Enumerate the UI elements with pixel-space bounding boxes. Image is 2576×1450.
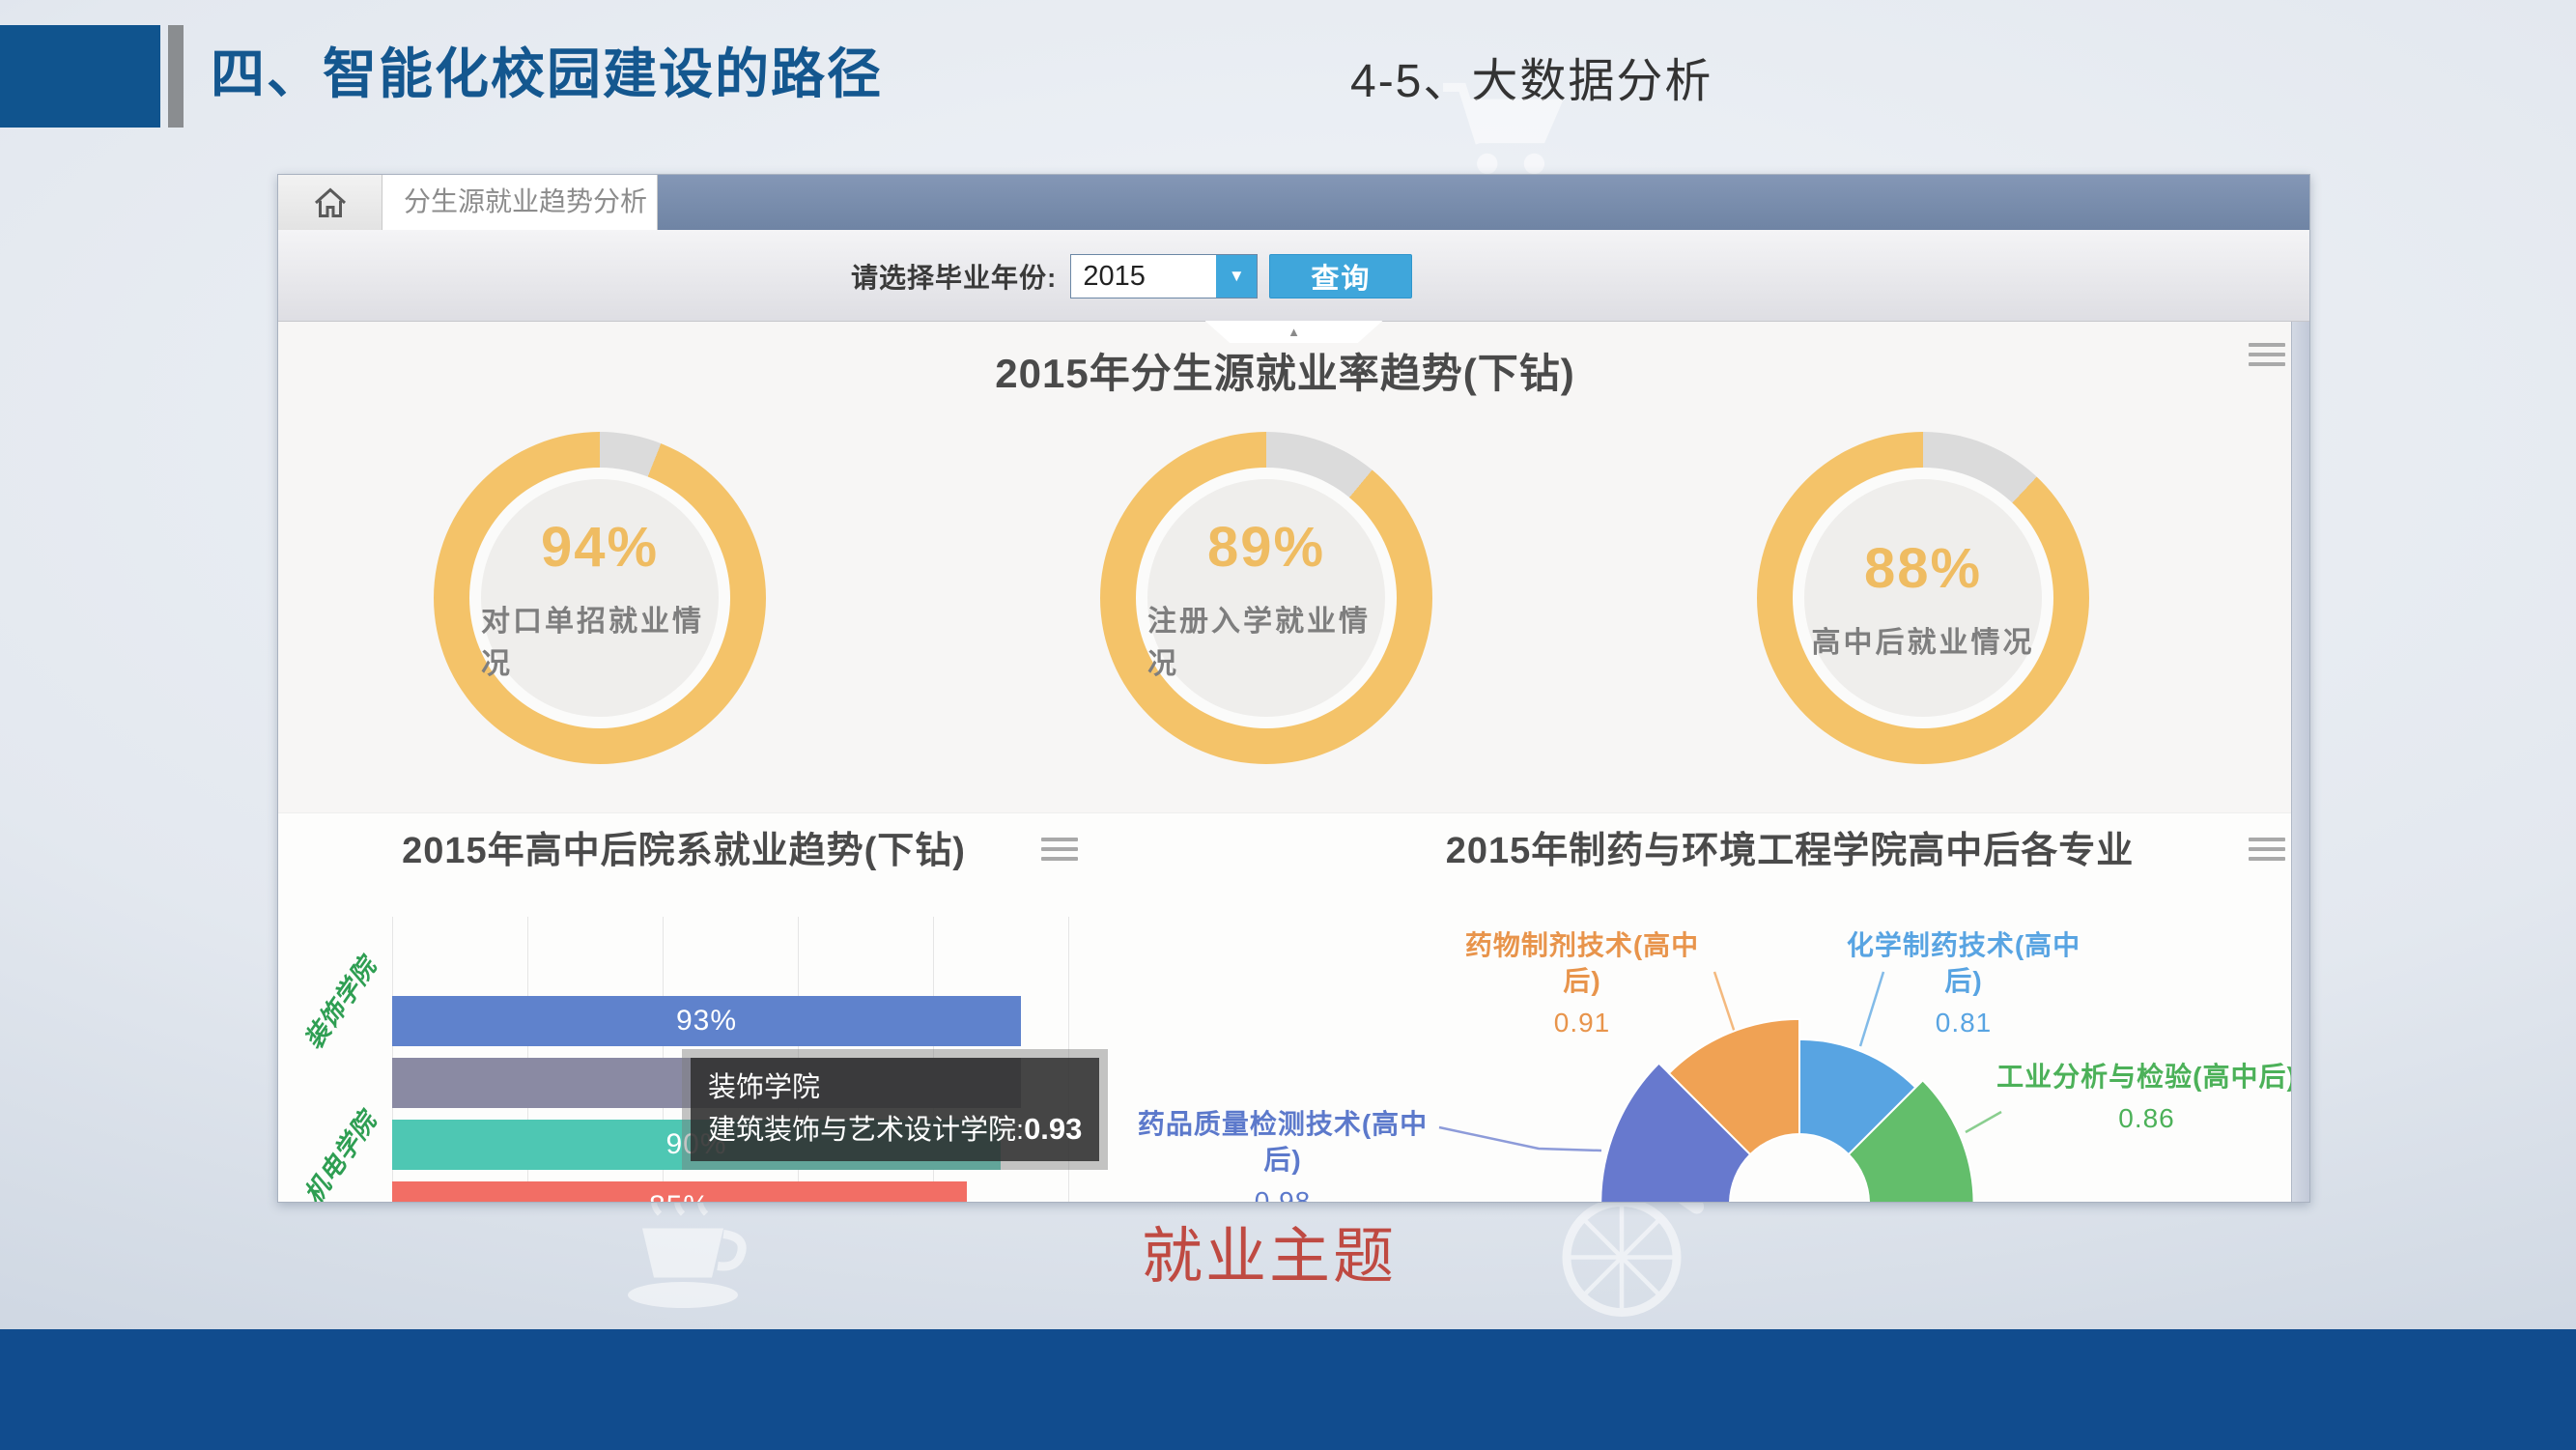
- query-button[interactable]: 查询: [1269, 254, 1412, 299]
- section-title: 四、智能化校园建设的路径: [211, 31, 883, 109]
- gauge-chart-title: 2015年分生源就业率趋势(下钻): [278, 341, 2292, 400]
- collapse-panel-handle[interactable]: ▲: [1205, 321, 1383, 343]
- chart-menu-icon[interactable]: [2249, 838, 2285, 861]
- header-accent-block: [0, 25, 160, 128]
- gauge-label: 对口单招就业情况: [481, 597, 719, 682]
- bar-tooltip: 装饰学院 建筑装饰与艺术设计学院:0.93: [682, 1049, 1108, 1170]
- chevron-down-icon[interactable]: ▼: [1216, 255, 1257, 298]
- year-select-value: 2015: [1071, 255, 1216, 298]
- gauge-label: 高中后就业情况: [1812, 618, 2035, 661]
- chart-menu-icon[interactable]: [2249, 343, 2285, 366]
- chart-menu-icon[interactable]: [1041, 838, 1078, 861]
- gauge-ring: 94% 对口单招就业情况: [434, 432, 766, 764]
- gauge-duikoudanzhao: 94% 对口单招就业情况: [434, 432, 766, 764]
- bar-zhuangshi[interactable]: 93%: [392, 996, 1021, 1046]
- pie-label-yaowuzhiji: 药物制剂技术(高中后) 0.91: [1452, 928, 1713, 1041]
- home-icon: [313, 186, 348, 219]
- gauge-value: 89%: [1207, 515, 1325, 580]
- gauge-gaozhonghou: 88% 高中后就业情况: [1757, 432, 2089, 764]
- year-select[interactable]: 2015 ▼: [1070, 254, 1258, 299]
- pie-label-gongyefenxi: 工业分析与检验(高中后) 0.86: [1980, 1060, 2310, 1137]
- fan-racket-watermark-icon: [1538, 1184, 1712, 1339]
- slide-caption: 就业主题: [1142, 1208, 1397, 1295]
- gauge-ring: 89% 注册入学就业情况: [1100, 432, 1432, 764]
- slide-background: 四、智能化校园建设的路径 4-5、大数据分析 分生源就业趋势分析: [0, 0, 2576, 1450]
- header-accent-bar: [168, 25, 184, 128]
- tooltip-series-line: 建筑装饰与艺术设计学院:0.93: [708, 1108, 1082, 1151]
- bar-chart-title: 2015年高中后院系就业趋势(下钻): [317, 820, 1051, 873]
- tab-bar-filler: [658, 175, 2309, 230]
- gauge-label: 注册入学就业情况: [1147, 597, 1385, 682]
- tooltip-value: 0.93: [1024, 1112, 1082, 1146]
- vertical-scrollbar[interactable]: [2291, 322, 2309, 1202]
- year-filter-label: 请选择毕业年份:: [851, 257, 1057, 296]
- pie-label-huaxuezhiyao: 化学制药技术(高中后) 0.81: [1833, 928, 2094, 1041]
- pie-label-yaopinzhiliang: 药品质量检测技术(高中后) 0.98: [1128, 1107, 1437, 1203]
- gauge-zhuceruxue: 89% 注册入学就业情况: [1100, 432, 1432, 764]
- gauge-ring: 88% 高中后就业情况: [1757, 432, 2089, 764]
- gauge-value: 94%: [541, 515, 659, 580]
- rose-chart-title: 2015年制药与环境工程学院高中后各专业: [1423, 820, 2157, 873]
- chevron-up-icon: ▲: [1288, 325, 1300, 339]
- filter-toolbar: 请选择毕业年份: 2015 ▼ 查询: [278, 230, 2309, 322]
- tooltip-category: 装饰学院: [708, 1067, 1082, 1108]
- bar-fourth[interactable]: 85%: [392, 1181, 967, 1203]
- tab-employment-source-trend[interactable]: 分生源就业趋势分析: [382, 175, 658, 230]
- gauge-value: 88%: [1864, 536, 1982, 601]
- subsection-title: 4-5、大数据分析: [1350, 43, 1713, 110]
- footer-bar: 常州工程职业技术学院 CHANGZHOU VOCATIONAL INSTITUT…: [0, 1329, 2576, 1450]
- home-button[interactable]: [278, 175, 382, 230]
- tab-label: 分生源就业趋势分析: [404, 186, 647, 216]
- tab-bar: 分生源就业趋势分析: [278, 175, 2309, 230]
- dashboard-screenshot: 分生源就业趋势分析 请选择毕业年份: 2015 ▼ 查询 ▲ 2015年分生源就…: [277, 174, 2310, 1203]
- coffee-cup-watermark-icon: [616, 1184, 767, 1327]
